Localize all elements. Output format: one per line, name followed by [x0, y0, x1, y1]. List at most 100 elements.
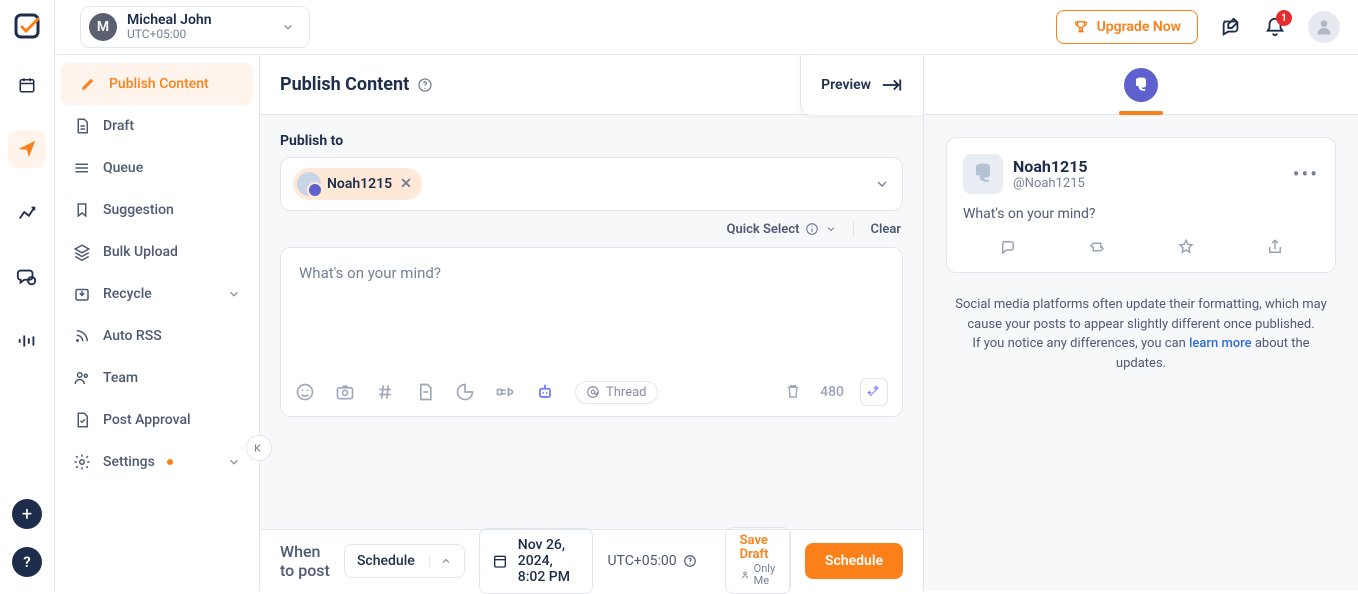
nav-team[interactable]: Team: [55, 357, 259, 399]
nav-settings[interactable]: Settings: [55, 441, 259, 483]
notification-badge: 1: [1276, 10, 1292, 26]
composer: What's on your mind? Thread 480: [280, 247, 903, 417]
post-textarea[interactable]: What's on your mind?: [281, 248, 902, 367]
camera-icon[interactable]: [335, 382, 355, 402]
nav-label: Recycle: [103, 286, 152, 302]
nav-label: Publish Content: [109, 76, 209, 92]
magic-wand-button[interactable]: [860, 378, 888, 406]
rss-icon: [73, 327, 91, 345]
chevron-up-icon: [429, 555, 452, 567]
rail-add-button[interactable]: +: [12, 499, 42, 529]
notifications-icon[interactable]: 1: [1264, 16, 1286, 38]
analytics-icon[interactable]: [455, 382, 475, 402]
learn-more-link[interactable]: learn more: [1189, 336, 1252, 351]
upgrade-button[interactable]: Upgrade Now: [1056, 10, 1198, 44]
nav-recycle[interactable]: Recycle: [55, 273, 259, 315]
divider: [853, 221, 854, 237]
calendar-icon: [492, 553, 508, 569]
at-icon: [586, 385, 600, 399]
nav-label: Queue: [103, 160, 143, 176]
mastodon-tab[interactable]: [1124, 68, 1158, 102]
nav-suggestion[interactable]: Suggestion: [55, 189, 259, 231]
delete-icon[interactable]: [784, 382, 804, 402]
account-chip[interactable]: Noah1215 ✕: [293, 168, 422, 200]
profile-avatar[interactable]: [1308, 11, 1340, 43]
boost-icon[interactable]: [1088, 238, 1106, 256]
nav-label: Team: [103, 370, 138, 386]
more-icon[interactable]: •••: [1293, 162, 1319, 186]
schedule-button[interactable]: Schedule: [805, 543, 903, 579]
trophy-icon: [1073, 19, 1089, 35]
lock-icon: [740, 570, 750, 580]
save-draft-button[interactable]: Save Draft Only Me: [725, 527, 791, 594]
chevron-down-icon: [825, 223, 837, 235]
nav-label: Bulk Upload: [103, 244, 178, 260]
recycle-icon: [73, 285, 91, 303]
document-icon: [73, 117, 91, 135]
emoji-icon[interactable]: [295, 382, 315, 402]
nav-label: Settings: [103, 454, 155, 470]
remove-chip-icon[interactable]: ✕: [400, 176, 412, 192]
preview-card: Noah1215 @Noah1215 ••• What's on your mi…: [946, 137, 1336, 273]
compose-icon[interactable]: [1220, 16, 1242, 38]
publish-to-label: Publish to: [280, 133, 903, 149]
nav-publish-content[interactable]: Publish Content: [61, 63, 253, 105]
chevron-down-icon: [281, 20, 295, 34]
settings-icon: [73, 453, 91, 471]
favorite-icon[interactable]: [1177, 238, 1195, 256]
account-timezone: UTC+05:00: [127, 28, 212, 41]
template-icon[interactable]: [415, 382, 435, 402]
pencil-icon: [79, 75, 97, 93]
account-name: Micheal John: [127, 13, 212, 28]
nav-bulk-upload[interactable]: Bulk Upload: [55, 231, 259, 273]
approval-icon: [73, 411, 91, 429]
chip-name: Noah1215: [327, 176, 392, 192]
rail-analytics[interactable]: [8, 194, 46, 232]
nav-post-approval[interactable]: Post Approval: [55, 399, 259, 441]
datetime-picker[interactable]: Nov 26, 2024, 8:02 PM: [479, 528, 594, 594]
preview-toggle[interactable]: Preview: [800, 55, 923, 115]
nav-draft[interactable]: Draft: [55, 105, 259, 147]
rail-help-button[interactable]: ?: [12, 547, 42, 577]
rail-chat[interactable]: [8, 258, 46, 296]
chevron-down-icon: [227, 287, 241, 301]
reply-icon[interactable]: [999, 238, 1017, 256]
clear-button[interactable]: Clear: [870, 222, 901, 237]
chevron-down-icon: [227, 455, 241, 469]
schedule-mode-select[interactable]: Schedule: [344, 544, 465, 578]
account-avatar: M: [89, 13, 117, 41]
collapse-sidebar-button[interactable]: [246, 435, 272, 461]
hashtag-icon[interactable]: [375, 382, 395, 402]
team-icon: [73, 369, 91, 387]
chip-avatar: [297, 172, 321, 196]
thread-button[interactable]: Thread: [575, 381, 658, 404]
plugin-icon[interactable]: [495, 382, 515, 402]
rail-calendar[interactable]: [8, 66, 46, 104]
help-icon[interactable]: [417, 77, 433, 93]
save-options-toggle[interactable]: [789, 528, 791, 593]
help-icon: [683, 554, 697, 568]
quick-select-button[interactable]: Quick Select: [727, 222, 838, 237]
nav-queue[interactable]: Queue: [55, 147, 259, 189]
chevron-down-icon[interactable]: [874, 176, 890, 192]
share-icon[interactable]: [1266, 238, 1284, 256]
bookmark-icon: [73, 201, 91, 219]
timezone-label[interactable]: UTC+05:00: [607, 553, 696, 569]
nav-auto-rss[interactable]: Auto RSS: [55, 315, 259, 357]
page-title: Publish Content: [280, 74, 433, 95]
stack-icon: [73, 243, 91, 261]
queue-icon: [73, 159, 91, 177]
publish-to-selector[interactable]: Noah1215 ✕: [280, 157, 903, 211]
preview-label: Preview: [821, 77, 871, 93]
info-icon: [805, 222, 819, 236]
when-to-post-label: When to post: [280, 542, 330, 580]
rail-publish[interactable]: [8, 130, 46, 168]
rail-audio[interactable]: [8, 322, 46, 360]
preview-body-text: What's on your mind?: [963, 206, 1319, 222]
attention-dot: [167, 459, 173, 465]
preview-name: Noah1215: [1013, 157, 1088, 176]
account-switcher[interactable]: M Micheal John UTC+05:00: [80, 6, 310, 49]
app-logo[interactable]: [13, 12, 41, 40]
preview-disclaimer: Social media platforms often update thei…: [946, 295, 1336, 373]
ai-assist-icon[interactable]: [535, 382, 555, 402]
